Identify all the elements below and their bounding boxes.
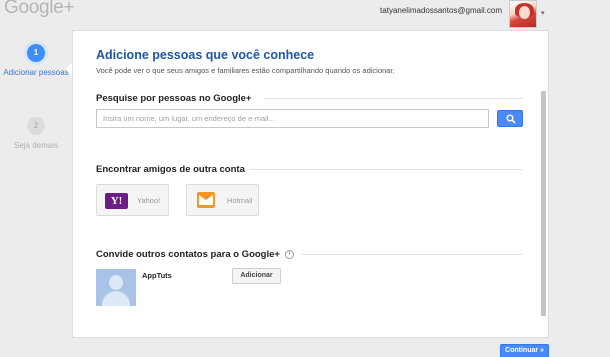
account-email: tatyanelimadossantos@gmail.com [380, 6, 502, 15]
step-number: 2 [27, 117, 45, 135]
step-add-people[interactable]: 1 Adicionar pessoas [0, 44, 72, 78]
yahoo-button[interactable]: Y! Yahoo! [96, 184, 169, 216]
invite-heading: Convide outros contatos para o Google+ [96, 249, 280, 260]
divider [264, 98, 523, 99]
top-bar: Google+ tatyanelimadossantos@gmail.com ▾ [0, 0, 610, 30]
scrollbar[interactable] [541, 91, 546, 316]
page-title: Adicione pessoas que você conhece [96, 48, 315, 62]
continue-button[interactable]: Continuar » [500, 344, 549, 357]
hotmail-button[interactable]: Hotmail [186, 184, 259, 216]
account-avatar[interactable] [509, 0, 537, 28]
yahoo-label: Yahoo! [137, 196, 161, 205]
chevron-down-icon[interactable]: ▾ [541, 9, 545, 17]
search-icon [506, 114, 516, 124]
divider [250, 169, 523, 170]
step-label: Seja demais [13, 141, 59, 150]
step-label: Adicionar pessoas [3, 68, 69, 77]
add-people-card: Adicione pessoas que você conhece Você p… [72, 30, 549, 338]
google-plus-logo[interactable]: Google+ [4, 0, 75, 19]
scrollbar-thumb[interactable] [541, 91, 546, 316]
add-contact-button[interactable]: Adicionar [232, 268, 281, 284]
other-account-heading: Encontrar amigos de outra conta [96, 164, 245, 175]
contact-name: AppTuts [142, 271, 172, 280]
hotmail-label: Hotmail [227, 196, 253, 205]
search-button[interactable] [497, 110, 523, 127]
search-input[interactable] [96, 109, 489, 128]
info-icon[interactable]: i [285, 250, 294, 259]
contact-avatar [96, 269, 136, 306]
hotmail-envelope-icon [197, 192, 215, 208]
step-number: 1 [27, 44, 45, 62]
search-heading: Pesquise por pessoas no Google+ [96, 93, 252, 104]
yahoo-icon: Y! [105, 193, 128, 209]
page-subtitle: Você pode ver o que seus amigos e famili… [96, 66, 395, 75]
step-be-awesome: 2 Seja demais [0, 117, 72, 150]
divider [301, 254, 523, 255]
